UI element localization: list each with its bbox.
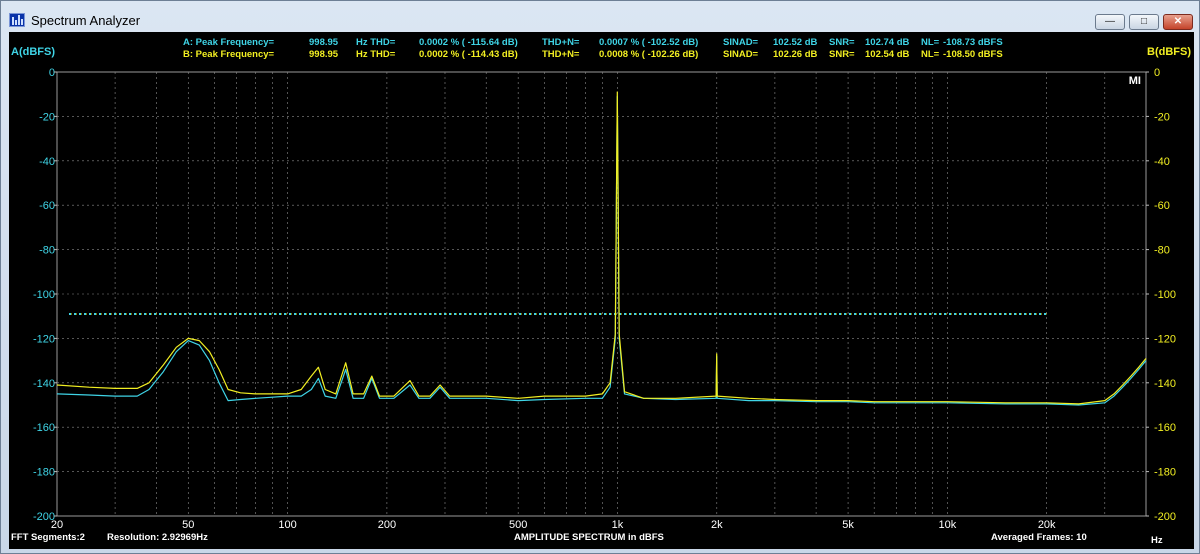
y-tick-label-left: -100 — [33, 289, 55, 301]
header-b-thd-label: Hz THD= — [356, 49, 396, 60]
footer: FFT Segments:2 Resolution: 2.92969Hz AMP… — [11, 532, 1163, 546]
spectrum-analyzer-window: Spectrum Analyzer — □ ✕ A: Peak Frequenc… — [0, 0, 1200, 554]
y-axis-left-title: A(dBFS) — [11, 46, 55, 58]
header-a-snr-label: SNR= — [829, 37, 855, 48]
y-tick-label-left: -180 — [33, 467, 55, 479]
header-a-nl: -108.73 dBFS — [943, 37, 1003, 48]
footer-segments: FFT Segments:2 — [11, 532, 85, 543]
header-a-sinad-label: SINAD= — [723, 37, 759, 48]
grid-lines — [57, 72, 1146, 516]
y-tick-label-right: 0 — [1154, 67, 1160, 79]
plot-area: A: Peak Frequency= 998.95 Hz THD= 0.0002… — [9, 32, 1194, 549]
header-b-sinad-label: SINAD= — [723, 49, 759, 60]
y-axis-right-title: B(dBFS) — [1147, 46, 1191, 58]
x-tick-label: 10k — [939, 519, 957, 531]
y-tick-label-left: -60 — [39, 200, 55, 212]
series-line-a — [56, 95, 1147, 406]
header-b-snr-label: SNR= — [829, 49, 855, 60]
y-tick-label-left: -160 — [33, 422, 55, 434]
y-tick-label-right: -200 — [1154, 511, 1176, 523]
y-tick-label-right: -180 — [1154, 467, 1176, 479]
x-tick-label: 50 — [182, 519, 194, 531]
header-b-freq: 998.95 — [309, 49, 339, 60]
y-tick-label-right: -120 — [1154, 333, 1176, 345]
x-tick-label: 500 — [509, 519, 527, 531]
restore-button[interactable]: □ — [1129, 14, 1159, 30]
x-ticks: 20 50 100 200 500 1k 2k 5k 10k 20k — [51, 519, 1056, 531]
y-tick-label-left: -120 — [33, 333, 55, 345]
window-title: Spectrum Analyzer — [31, 13, 141, 28]
x-tick-label: 20k — [1038, 519, 1056, 531]
title-bar[interactable]: Spectrum Analyzer — □ ✕ — [1, 1, 1199, 31]
header-b-label: B: Peak Frequency= — [183, 49, 275, 60]
y-tick-label-left: 0 — [49, 67, 55, 79]
y-tick-label-right: -80 — [1154, 245, 1170, 257]
x-tick-label: 100 — [278, 519, 296, 531]
close-button[interactable]: ✕ — [1163, 14, 1193, 30]
header-b-thd: 0.0002 % ( -114.43 dB) — [419, 49, 518, 60]
header-b-thdn-label: THD+N= — [542, 49, 580, 60]
series-line-b — [56, 91, 1147, 405]
x-tick-label: 1k — [612, 519, 624, 531]
y-tick-label-right: -140 — [1154, 378, 1176, 390]
y-tick-label-right: -40 — [1154, 156, 1170, 168]
header-a-thd: 0.0002 % ( -115.64 dB) — [419, 37, 518, 48]
y-ticks: 0 0 -20 -20 -40 -40 -60 -60 -80 -80 -100 -100 -120 -1… — [33, 67, 1176, 523]
x-tick-label: 2k — [711, 519, 723, 531]
x-tick-label: 20 — [51, 519, 63, 531]
y-tick-label-left: -80 — [39, 245, 55, 257]
minimize-button[interactable]: — — [1095, 14, 1125, 30]
spectrum-app-icon — [9, 13, 25, 27]
y-tick-label-right: -160 — [1154, 422, 1176, 434]
header-b-nl-label: NL= — [921, 49, 940, 60]
header-a-sinad: 102.52 dB — [773, 37, 817, 48]
corner-label: MI — [1129, 75, 1141, 87]
footer-resolution: Resolution: 2.92969Hz — [107, 532, 208, 543]
header-a-thdn: 0.0007 % ( -102.52 dB) — [599, 37, 698, 48]
header-a-freq: 998.95 — [309, 37, 339, 48]
header-a-thdn-label: THD+N= — [542, 37, 580, 48]
header-a-snr: 102.74 dB — [865, 37, 909, 48]
y-tick-label-right: -20 — [1154, 111, 1170, 123]
header-b-nl: -108.50 dBFS — [943, 49, 1003, 60]
y-tick-label-left: -40 — [39, 156, 55, 168]
header-a-nl-label: NL= — [921, 37, 940, 48]
spectrum-chart[interactable]: A: Peak Frequency= 998.95 Hz THD= 0.0002… — [9, 32, 1194, 549]
header-a-label: A: Peak Frequency= — [183, 37, 275, 48]
x-tick-label: 200 — [378, 519, 396, 531]
footer-center-title: AMPLITUDE SPECTRUM in dBFS — [514, 532, 664, 543]
header-a-thd-label: Hz THD= — [356, 37, 396, 48]
header-b-snr: 102.54 dB — [865, 49, 909, 60]
y-tick-label-left: -140 — [33, 378, 55, 390]
footer-frames: Averaged Frames: 10 — [991, 532, 1087, 543]
footer-unit: Hz — [1151, 535, 1163, 546]
header-b-sinad: 102.26 dB — [773, 49, 817, 60]
header-b-thdn: 0.0008 % ( -102.26 dB) — [599, 49, 698, 60]
y-tick-label-right: -60 — [1154, 200, 1170, 212]
x-tick-label: 5k — [842, 519, 854, 531]
spectrum-traces — [56, 91, 1147, 406]
measurement-header: A: Peak Frequency= 998.95 Hz THD= 0.0002… — [183, 37, 1003, 60]
y-tick-label-left: -20 — [39, 111, 55, 123]
y-tick-label-right: -100 — [1154, 289, 1176, 301]
